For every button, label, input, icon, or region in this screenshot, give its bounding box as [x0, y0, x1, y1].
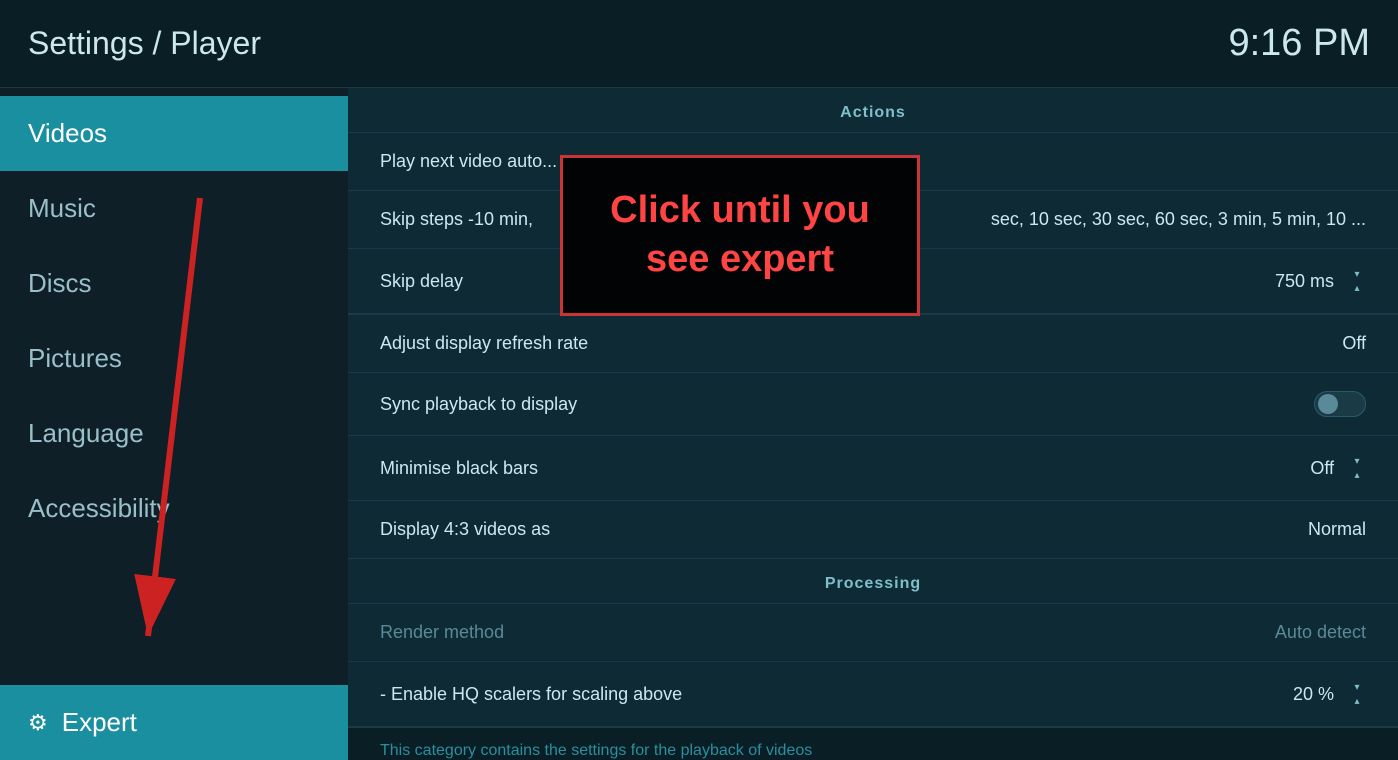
- setting-value-sync-playback: [1314, 391, 1366, 417]
- setting-label-render-method: Render method: [380, 622, 504, 643]
- sidebar-item-music[interactable]: Music: [0, 171, 348, 246]
- sidebar-item-discs[interactable]: Discs: [0, 246, 348, 321]
- setting-sync-playback[interactable]: Sync playback to display: [348, 373, 1398, 436]
- setting-label-play-next: Play next video auto...: [380, 151, 557, 172]
- setting-adjust-refresh[interactable]: Adjust display refresh rate Off: [348, 315, 1398, 373]
- hq-scalers-down-arrow[interactable]: ▾: [1348, 680, 1366, 694]
- description-bar: This category contains the settings for …: [348, 727, 1398, 760]
- setting-value-render-method: Auto detect: [1275, 622, 1366, 643]
- hq-scalers-arrows[interactable]: ▾ ▴: [1348, 680, 1366, 708]
- sidebar-item-accessibility[interactable]: Accessibility: [0, 471, 348, 546]
- page-title: Settings / Player: [28, 25, 261, 62]
- setting-label-display-43: Display 4:3 videos as: [380, 519, 550, 540]
- setting-value-hq-scalers: 20 % ▾ ▴: [1293, 680, 1366, 708]
- setting-hq-scalers[interactable]: - Enable HQ scalers for scaling above 20…: [348, 662, 1398, 727]
- sidebar: Videos Music Discs Pictures Language Acc…: [0, 88, 348, 760]
- gear-icon: ⚙: [28, 710, 48, 736]
- setting-label-skip-steps: Skip steps -10 min,: [380, 209, 533, 230]
- setting-label-adjust-refresh: Adjust display refresh rate: [380, 333, 588, 354]
- sync-playback-toggle[interactable]: [1314, 391, 1366, 417]
- sidebar-item-pictures[interactable]: Pictures: [0, 321, 348, 396]
- skip-delay-down-arrow[interactable]: ▾: [1348, 267, 1366, 281]
- clock: 9:16 PM: [1228, 22, 1370, 65]
- setting-value-skip-steps: sec, 10 sec, 30 sec, 60 sec, 3 min, 5 mi…: [991, 209, 1366, 230]
- setting-label-minimise-bars: Minimise black bars: [380, 458, 538, 479]
- skip-delay-arrows[interactable]: ▾ ▴: [1348, 267, 1366, 295]
- setting-label-sync-playback: Sync playback to display: [380, 394, 577, 415]
- section-header-actions: Actions: [348, 88, 1398, 133]
- sidebar-item-language[interactable]: Language: [0, 396, 348, 471]
- setting-value-display-43: Normal: [1308, 519, 1366, 540]
- setting-display-43[interactable]: Display 4:3 videos as Normal: [348, 501, 1398, 559]
- toggle-knob: [1318, 394, 1338, 414]
- setting-value-adjust-refresh: Off: [1342, 333, 1366, 354]
- header: Settings / Player 9:16 PM: [0, 0, 1398, 88]
- minimise-bars-down-arrow[interactable]: ▾: [1348, 454, 1366, 468]
- section-header-processing: Processing: [348, 559, 1398, 604]
- setting-value-minimise-bars: Off ▾ ▴: [1310, 454, 1366, 482]
- minimise-bars-up-arrow[interactable]: ▴: [1348, 468, 1366, 482]
- hq-scalers-up-arrow[interactable]: ▴: [1348, 694, 1366, 708]
- sidebar-item-videos[interactable]: Videos: [0, 96, 348, 171]
- setting-minimise-bars[interactable]: Minimise black bars Off ▾ ▴: [348, 436, 1398, 501]
- skip-delay-up-arrow[interactable]: ▴: [1348, 281, 1366, 295]
- minimise-bars-arrows[interactable]: ▾ ▴: [1348, 454, 1366, 482]
- setting-label-skip-delay: Skip delay: [380, 271, 463, 292]
- sidebar-item-expert[interactable]: ⚙ Expert: [0, 685, 348, 760]
- tooltip-box: Click until you see expert: [560, 155, 920, 316]
- setting-label-hq-scalers: - Enable HQ scalers for scaling above: [380, 684, 682, 705]
- setting-value-skip-delay: 750 ms ▾ ▴: [1275, 267, 1366, 295]
- sidebar-nav: Videos Music Discs Pictures Language Acc…: [0, 88, 348, 546]
- setting-render-method: Render method Auto detect: [348, 604, 1398, 662]
